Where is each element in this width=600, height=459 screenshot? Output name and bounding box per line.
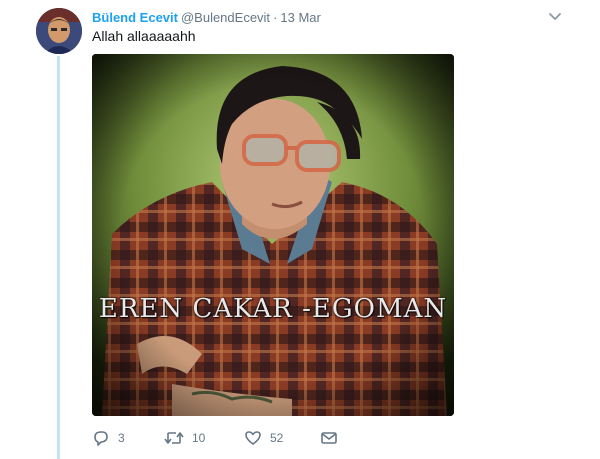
retweet-button[interactable]: 10 [164,428,205,448]
like-count: 52 [270,431,284,445]
heart-icon [244,429,262,447]
tweet-date[interactable]: 13 Mar [280,10,320,25]
like-button[interactable]: 52 [244,428,283,448]
tweet[interactable]: Bülend Ecevit @BulendEcevit · 13 Mar Allah … [0,0,600,459]
direct-message-button[interactable] [320,428,338,448]
retweet-icon [164,429,184,447]
separator-dot: · [273,10,278,25]
reply-icon [92,429,110,447]
tweet-header: Bülend Ecevit @BulendEcevit · 13 Mar [92,9,321,26]
chevron-down-icon[interactable] [547,10,563,22]
display-name[interactable]: Bülend Ecevit [92,10,178,25]
reply-button[interactable]: 3 [92,428,125,448]
tweet-text: Allah allaaaaahh [92,28,196,44]
photo-illustration [92,54,454,416]
avatar[interactable] [36,8,82,54]
thread-line [57,56,60,459]
photo-watermark: EREN CAKAR -EGOMAN [98,294,448,324]
tweet-photo[interactable]: EREN CAKAR -EGOMAN [92,54,454,416]
reply-count: 3 [118,431,125,445]
envelope-icon [320,429,338,447]
retweet-count: 10 [192,431,206,445]
tweet-actions: 3 10 52 [92,428,392,448]
user-handle[interactable]: @BulendEcevit [181,10,270,25]
